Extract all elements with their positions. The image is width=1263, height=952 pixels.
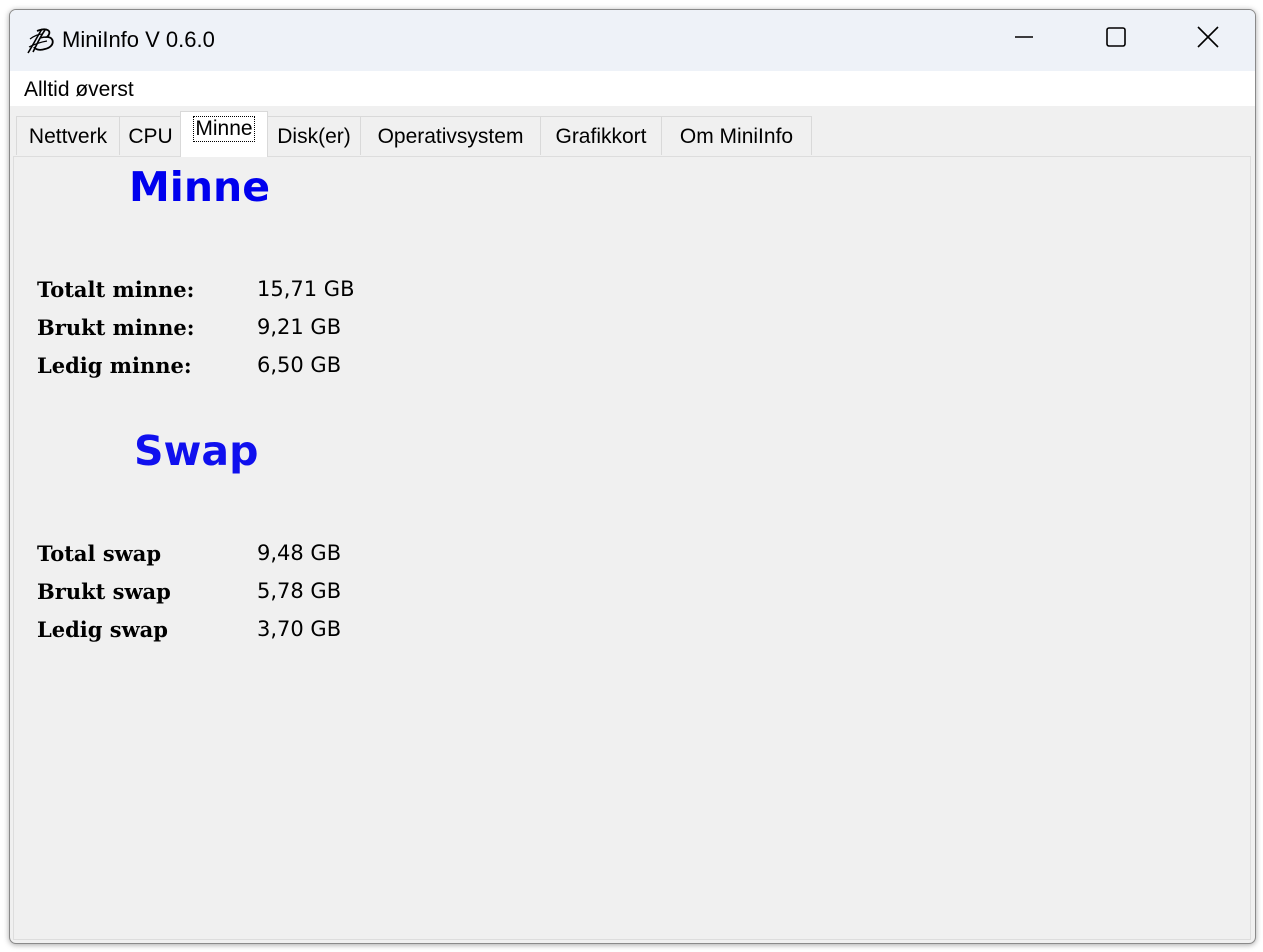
maximize-button[interactable] — [1070, 10, 1162, 68]
swap-heading: Swap — [134, 427, 259, 475]
tab-disker[interactable]: Disk(er) — [267, 116, 361, 155]
menu-bar: Alltid øverst — [10, 71, 1255, 106]
app-window: MiniInfo V 0.6.0 Alltid øverst Nettverk … — [9, 9, 1256, 944]
tab-label: Nettverk — [28, 125, 108, 148]
free-swap-label: Ledig swap — [37, 617, 168, 642]
tab-label: Om MiniInfo — [679, 125, 794, 148]
total-swap-label: Total swap — [37, 541, 162, 566]
total-memory-label: Totalt minne: — [37, 277, 195, 302]
tab-nettverk[interactable]: Nettverk — [16, 116, 120, 155]
tab-label: Operativsystem — [377, 125, 524, 148]
tab-operativsystem[interactable]: Operativsystem — [360, 116, 541, 155]
title-bar[interactable]: MiniInfo V 0.6.0 — [10, 10, 1255, 71]
close-icon — [1197, 25, 1219, 53]
used-memory-value: 9,21 GB — [257, 315, 342, 339]
tab-strip: Nettverk CPU Minne Disk(er) Operativsyst… — [10, 106, 1255, 157]
tab-label: CPU — [128, 125, 173, 148]
minimize-icon — [1014, 27, 1034, 52]
tab-cpu[interactable]: CPU — [119, 116, 182, 155]
memory-heading: Minne — [129, 163, 271, 211]
close-button[interactable] — [1162, 10, 1254, 68]
used-memory-label: Brukt minne: — [37, 315, 195, 340]
free-memory-value: 6,50 GB — [257, 353, 342, 377]
window-title: MiniInfo V 0.6.0 — [62, 27, 215, 52]
miniinfo-logo-icon — [25, 25, 57, 57]
used-swap-value: 5,78 GB — [257, 579, 342, 603]
tab-label: Grafikkort — [555, 125, 647, 148]
menu-item-always-on-top[interactable]: Alltid øverst — [24, 78, 134, 102]
free-swap-value: 3,70 GB — [257, 617, 342, 641]
tab-label: Disk(er) — [277, 125, 351, 148]
memory-panel: Minne Totalt minne: 15,71 GB Brukt minne… — [13, 156, 1251, 940]
total-memory-value: 15,71 GB — [257, 277, 355, 301]
tab-label: Minne — [193, 116, 255, 142]
tab-minne[interactable]: Minne — [180, 111, 268, 157]
free-memory-label: Ledig minne: — [37, 353, 192, 378]
minimize-button[interactable] — [978, 10, 1070, 68]
total-swap-value: 9,48 GB — [257, 541, 342, 565]
tab-om-miniinfo[interactable]: Om MiniInfo — [661, 116, 812, 155]
used-swap-label: Brukt swap — [37, 579, 171, 604]
maximize-icon — [1106, 26, 1126, 52]
tab-grafikkort[interactable]: Grafikkort — [540, 116, 662, 155]
